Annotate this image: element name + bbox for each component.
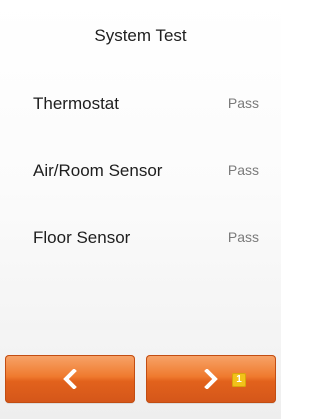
system-test-screen: System Test Thermostat Pass Air/Room Sen…: [0, 0, 281, 419]
chevron-left-icon: [63, 369, 77, 389]
chevron-right-icon: [204, 369, 218, 389]
test-label: Floor Sensor: [33, 228, 131, 247]
page-title: System Test: [94, 26, 187, 45]
step-badge: 1: [232, 373, 246, 387]
test-status: Pass: [227, 229, 259, 245]
test-row-thermostat: Thermostat Pass: [33, 94, 259, 118]
test-status: Pass: [227, 95, 259, 111]
next-button[interactable]: 1: [146, 355, 276, 403]
test-row-air-room-sensor: Air/Room Sensor Pass: [33, 161, 259, 185]
back-button[interactable]: [5, 355, 135, 403]
test-row-floor-sensor: Floor Sensor Pass: [33, 228, 259, 252]
test-label: Thermostat: [33, 94, 119, 113]
test-label: Air/Room Sensor: [33, 161, 163, 180]
test-status: Pass: [227, 162, 259, 178]
